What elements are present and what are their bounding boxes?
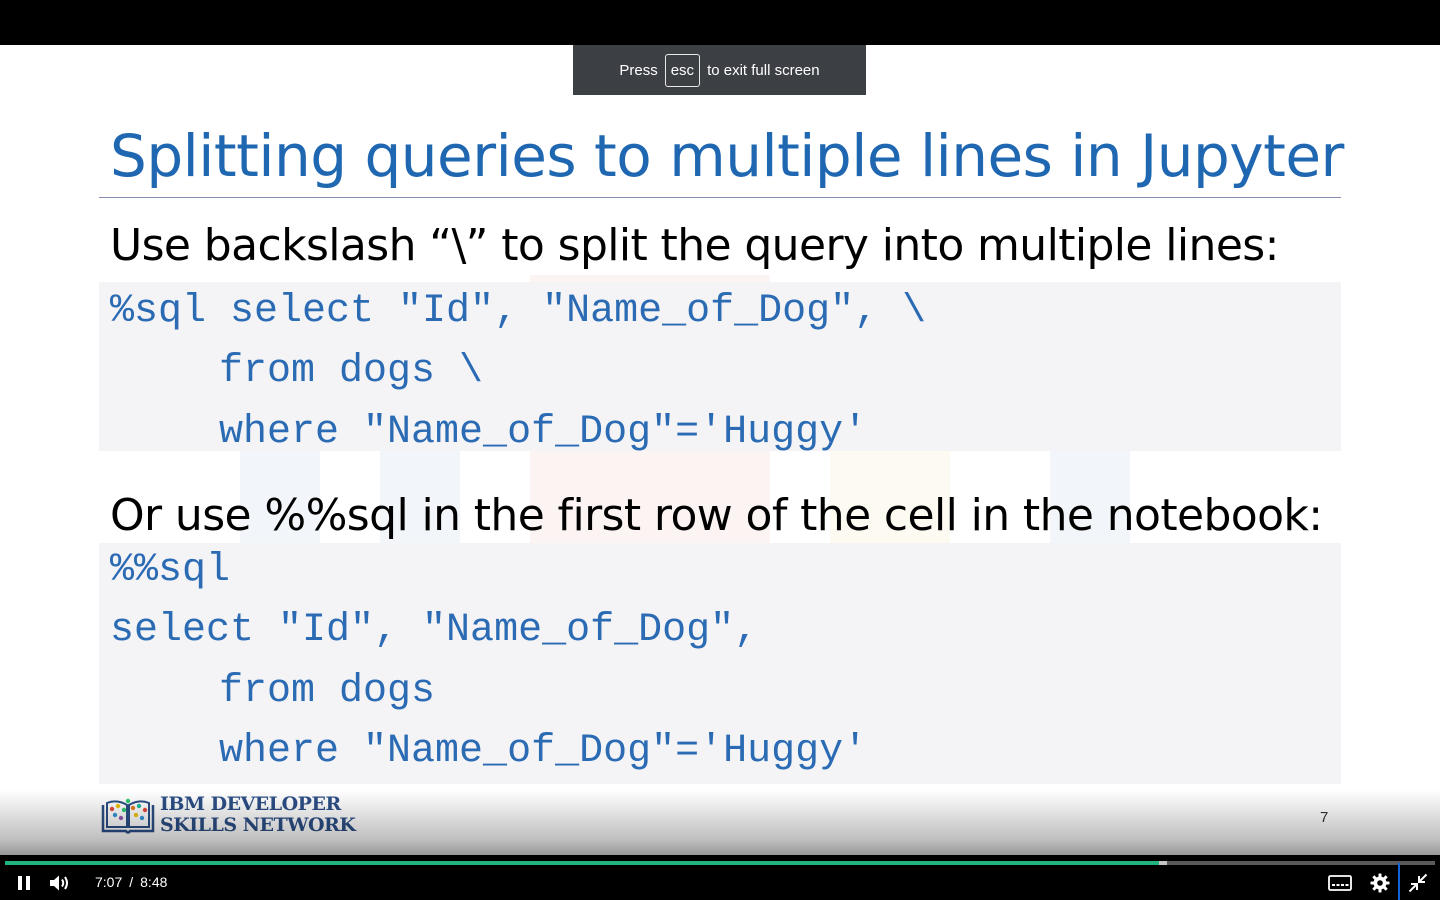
time-display: 7:07 / 8:48 (95, 874, 167, 890)
code-line: %%sql (110, 548, 231, 593)
logo-line-2: SKILLS NETWORK (160, 814, 356, 836)
code-line: from dogs (123, 669, 436, 714)
code-line: from dogs \ (123, 349, 484, 394)
code-line: select "Id", "Name_of_Dog", (110, 608, 759, 653)
captions-icon (1328, 875, 1352, 891)
title-divider (99, 197, 1341, 198)
instruction-cell-magic: Or use %%sql in the first row of the cel… (110, 490, 1323, 541)
fullscreen-notice: Press esc to exit full screen (573, 45, 866, 95)
exit-fullscreen-button[interactable] (1404, 870, 1432, 896)
logo-wordmark: IBM DEVELOPER SKILLS NETWORK (160, 793, 356, 836)
current-time: 7:07 (95, 874, 123, 890)
player-controls: 7:07 / 8:48 (0, 855, 1440, 900)
esc-key-badge: esc (664, 53, 701, 87)
code-line: where "Name_of_Dog"='Huggy' (123, 729, 868, 774)
progress-played (5, 861, 1159, 865)
code-line: where "Name_of_Dog"='Huggy' (123, 410, 868, 455)
fullscreen-notice-prefix: Press (619, 61, 658, 79)
fullscreen-notice-suffix: to exit full screen (707, 61, 820, 79)
instruction-backslash: Use backslash “\” to split the query int… (110, 220, 1279, 271)
ibm-skills-network-logo: IBM DEVELOPER SKILLS NETWORK (100, 793, 356, 837)
duration: 8:48 (140, 874, 168, 890)
code-line: %sql select "Id", "Name_of_Dog", \ (110, 289, 927, 334)
progress-bar[interactable] (5, 861, 1435, 865)
focus-indicator (1398, 863, 1400, 900)
slide-page-number: 7 (1320, 809, 1329, 826)
volume-button[interactable] (46, 870, 74, 896)
pause-icon (18, 876, 30, 890)
logo-line-1: IBM DEVELOPER (160, 793, 341, 815)
volume-icon (50, 875, 68, 891)
book-logo-icon (101, 798, 155, 834)
exit-fullscreen-icon (1408, 873, 1428, 893)
video-frame[interactable]: Splitting queries to multiple lines in J… (0, 45, 1440, 855)
captions-button[interactable] (1326, 870, 1354, 896)
slide-title: Splitting queries to multiple lines in J… (110, 122, 1344, 190)
code-block-cell-magic: %%sql select "Id", "Name_of_Dog", from d… (99, 543, 1341, 784)
play-pause-button[interactable] (10, 870, 38, 896)
gear-icon (1370, 873, 1390, 893)
video-player[interactable]: Splitting queries to multiple lines in J… (0, 0, 1440, 900)
settings-button[interactable] (1366, 870, 1394, 896)
time-separator: / (129, 874, 134, 890)
code-block-backslash: %sql select "Id", "Name_of_Dog", \ from … (99, 282, 1341, 455)
